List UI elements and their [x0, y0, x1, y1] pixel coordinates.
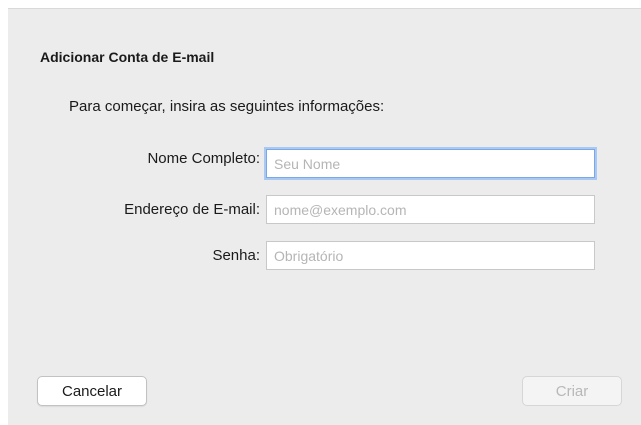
dialog-title: Adicionar Conta de E-mail — [40, 49, 215, 65]
email-field[interactable] — [266, 195, 595, 224]
full-name-field[interactable] — [266, 149, 595, 178]
full-name-label: Nome Completo: — [147, 150, 260, 167]
password-label: Senha: — [212, 247, 260, 264]
dialog-intro: Para começar, insira as seguintes inform… — [69, 98, 385, 115]
cancel-button[interactable]: Cancelar — [37, 376, 147, 406]
create-button[interactable]: Criar — [522, 376, 622, 406]
email-label: Endereço de E-mail: — [124, 201, 260, 218]
add-mail-account-sheet: Adicionar Conta de E-mail Para começar, … — [8, 8, 641, 425]
password-field[interactable] — [266, 241, 595, 270]
